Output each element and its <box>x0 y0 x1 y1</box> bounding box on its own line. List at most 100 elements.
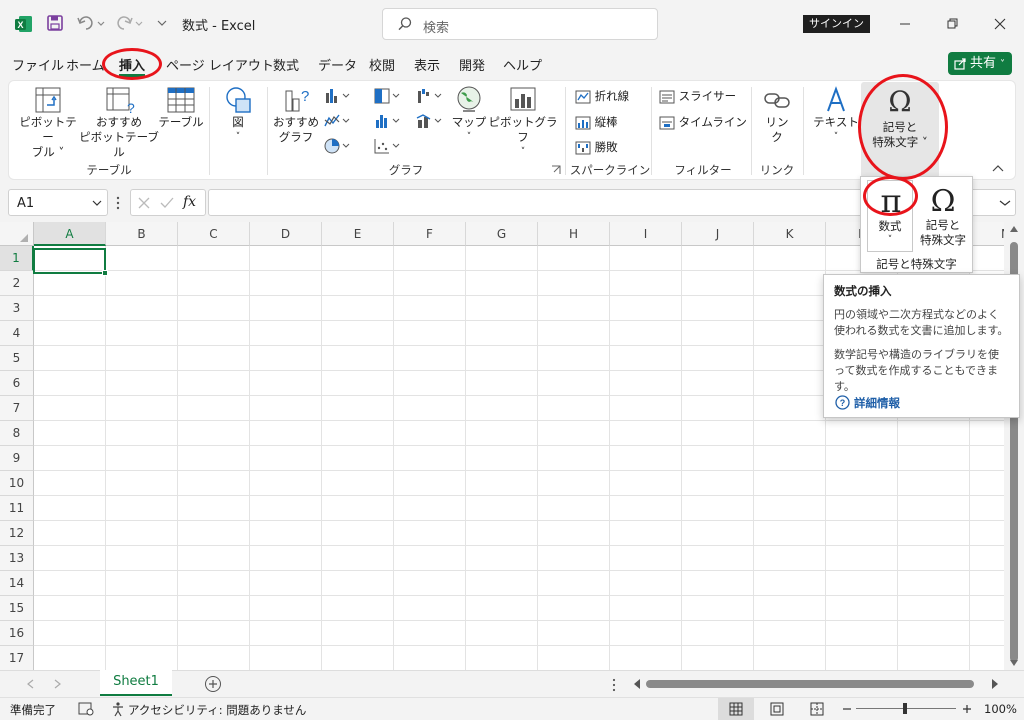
column-header-j[interactable]: J <box>682 222 754 246</box>
expand-formula-icon[interactable] <box>999 199 1011 207</box>
customize-qat-icon[interactable] <box>156 16 168 28</box>
column-header-c[interactable]: C <box>178 222 250 246</box>
sparkline-line-button[interactable]: 折れ線 <box>575 88 629 104</box>
symbol-button[interactable]: Ω 記号と 特殊文字 <box>917 180 969 252</box>
row-header-13[interactable]: 13 <box>0 546 34 571</box>
undo-icon[interactable] <box>76 14 106 32</box>
scatter-chart-icon[interactable] <box>373 137 403 155</box>
scroll-down-icon[interactable] <box>1010 660 1018 666</box>
row-header-17[interactable]: 17 <box>0 646 34 670</box>
redo-icon[interactable] <box>114 14 144 32</box>
normal-view-button[interactable] <box>718 698 754 720</box>
macro-record-icon[interactable] <box>78 702 94 716</box>
row-header-2[interactable]: 2 <box>0 271 34 296</box>
row-header-14[interactable]: 14 <box>0 571 34 596</box>
tab-help[interactable]: ヘルプ <box>503 55 542 74</box>
tab-split-icon[interactable] <box>612 678 616 692</box>
statistic-chart-icon[interactable] <box>373 112 403 130</box>
column-header-n[interactable]: N <box>970 222 1004 246</box>
row-header-12[interactable]: 12 <box>0 521 34 546</box>
row-header-1[interactable]: 1 <box>0 246 34 271</box>
tab-home[interactable]: ホーム <box>66 55 105 74</box>
combo-chart-icon[interactable] <box>415 112 445 130</box>
timeline-button[interactable]: タイムライン <box>659 114 747 130</box>
row-header-10[interactable]: 10 <box>0 471 34 496</box>
page-layout-view-icon[interactable] <box>770 702 784 716</box>
name-box[interactable]: A1 <box>8 189 108 216</box>
search-box[interactable]: 検索 <box>382 8 658 40</box>
tab-file[interactable]: ファイル <box>12 55 64 74</box>
row-header-11[interactable]: 11 <box>0 496 34 521</box>
zoom-slider-thumb[interactable] <box>903 703 907 714</box>
row-header-3[interactable]: 3 <box>0 296 34 321</box>
column-header-e[interactable]: E <box>322 222 394 246</box>
zoom-in-icon[interactable] <box>962 702 972 716</box>
scroll-up-icon[interactable] <box>1010 226 1018 232</box>
save-icon[interactable] <box>46 14 64 32</box>
tab-formulas[interactable]: 数式 <box>273 55 299 74</box>
row-header-16[interactable]: 16 <box>0 621 34 646</box>
page-break-view-icon[interactable] <box>810 702 824 716</box>
column-header-i[interactable]: I <box>610 222 682 246</box>
row-header-8[interactable]: 8 <box>0 421 34 446</box>
recommended-pivot-button[interactable]: ? おすすめ ピボットテーブル <box>79 85 159 160</box>
map-button[interactable]: マップ ˅ <box>451 85 487 145</box>
column-header-f[interactable]: F <box>394 222 466 246</box>
pivot-table-button[interactable]: ピボットテー ブル ˅ <box>15 85 81 160</box>
row-header-15[interactable]: 15 <box>0 596 34 621</box>
pie-chart-icon[interactable] <box>323 137 353 155</box>
cancel-icon[interactable] <box>137 196 151 210</box>
row-header-7[interactable]: 7 <box>0 396 34 421</box>
tab-review[interactable]: 校閲 <box>369 55 395 74</box>
sparkline-winloss-button[interactable]: 勝敗 <box>575 139 618 155</box>
tab-data[interactable]: データ <box>318 55 357 74</box>
column-header-k[interactable]: K <box>754 222 826 246</box>
tab-view[interactable]: 表示 <box>414 55 440 74</box>
sparkline-column-button[interactable]: 縦棒 <box>575 114 618 130</box>
select-all-corner[interactable] <box>0 222 34 246</box>
column-header-d[interactable]: D <box>250 222 322 246</box>
text-button[interactable]: テキスト ˅ <box>811 85 861 145</box>
column-header-a[interactable]: A <box>34 222 106 246</box>
waterfall-chart-icon[interactable] <box>415 87 445 105</box>
row-header-6[interactable]: 6 <box>0 371 34 396</box>
line-chart-icon[interactable] <box>323 112 353 130</box>
fill-handle[interactable] <box>102 270 108 276</box>
sheet-tab-sheet1[interactable]: Sheet1 <box>100 670 172 696</box>
row-header-9[interactable]: 9 <box>0 446 34 471</box>
pivot-chart-button[interactable]: ピボットグラフ ˅ <box>487 85 559 160</box>
signin-button[interactable]: サインイン <box>803 15 870 33</box>
more-options-icon[interactable] <box>115 196 121 210</box>
dialog-launcher-icon[interactable] <box>551 165 561 175</box>
share-button[interactable]: 共有 ˅ <box>948 52 1012 75</box>
close-icon[interactable] <box>988 12 1012 36</box>
tooltip-more-info-link[interactable]: ? 詳細情報 <box>835 395 900 411</box>
column-chart-icon[interactable] <box>323 87 353 105</box>
column-header-b[interactable]: B <box>106 222 178 246</box>
slicer-button[interactable]: スライサー <box>659 88 736 104</box>
selected-cell-a1[interactable] <box>33 248 108 276</box>
table-button[interactable]: テーブル <box>157 85 205 130</box>
zoom-level[interactable]: 100% <box>984 702 1017 716</box>
insert-function-button[interactable]: fx <box>183 194 196 210</box>
recommended-chart-button[interactable]: ? おすすめ グラフ <box>271 85 321 145</box>
collapse-ribbon-icon[interactable] <box>991 163 1005 173</box>
next-sheet-icon[interactable] <box>54 679 62 689</box>
prev-sheet-icon[interactable] <box>26 679 34 689</box>
tab-developer[interactable]: 開発 <box>459 55 485 74</box>
row-header-4[interactable]: 4 <box>0 321 34 346</box>
link-button[interactable]: リン ク <box>757 85 797 145</box>
add-sheet-icon[interactable] <box>204 675 222 693</box>
scroll-right-icon[interactable] <box>992 679 998 689</box>
horizontal-scroll-thumb[interactable] <box>646 680 974 688</box>
tab-page-layout[interactable]: ページ レイアウト <box>166 55 274 74</box>
accessibility-status[interactable]: アクセシビリティ: 問題ありません <box>128 702 306 718</box>
minimize-icon[interactable] <box>893 12 917 36</box>
column-header-g[interactable]: G <box>466 222 538 246</box>
column-header-h[interactable]: H <box>538 222 610 246</box>
zoom-out-icon[interactable] <box>842 702 852 716</box>
row-header-5[interactable]: 5 <box>0 346 34 371</box>
accessibility-icon[interactable] <box>110 701 126 717</box>
hierarchy-chart-icon[interactable] <box>373 87 403 105</box>
enter-icon[interactable] <box>159 196 175 210</box>
